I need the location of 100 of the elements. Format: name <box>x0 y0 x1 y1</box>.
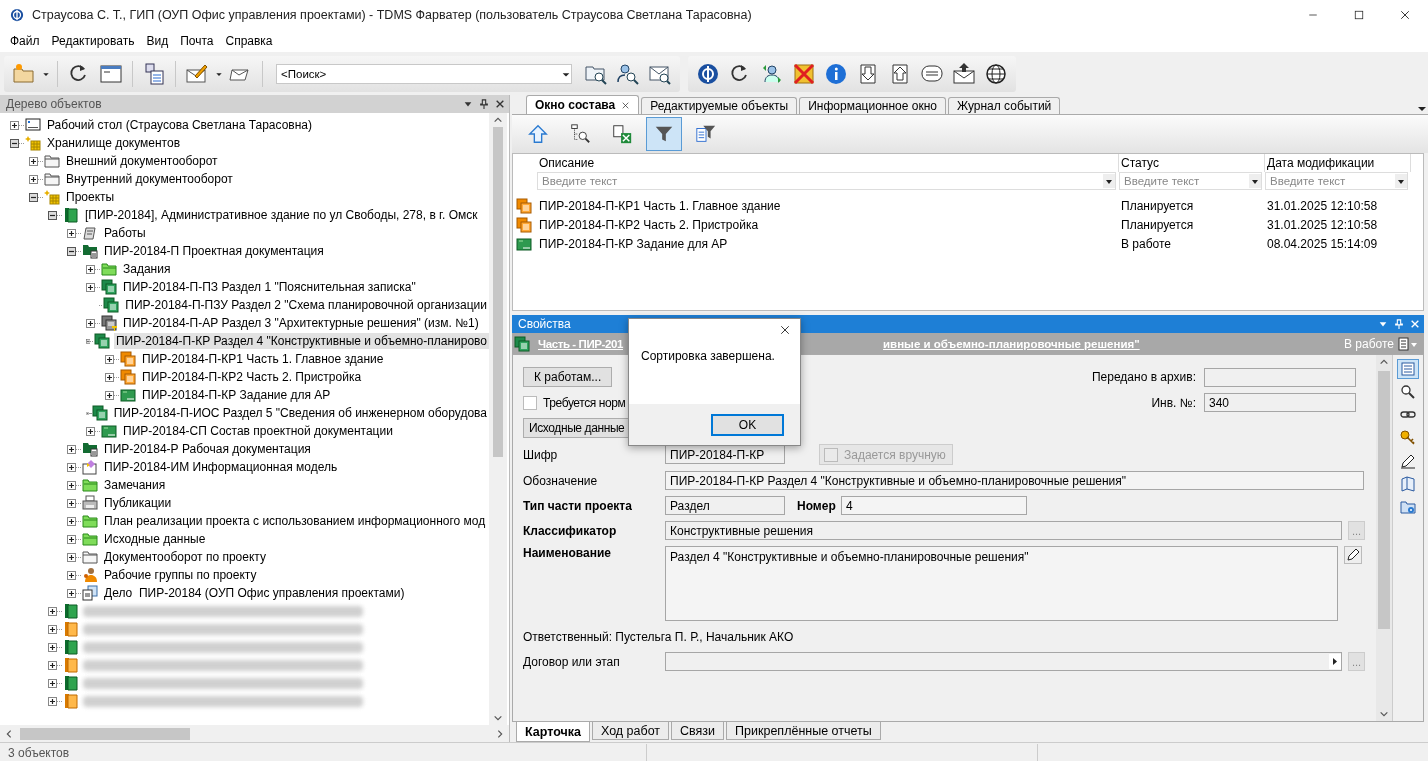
people-search-icon[interactable] <box>616 62 640 86</box>
tree-item[interactable]: ПИР-20184-П-КР2 Часть 2. Пристройка <box>140 369 364 385</box>
text-area[interactable]: Раздел 4 "Конструктивные и объемно-планировочные решения" <box>665 546 1338 621</box>
table-cell-text: ПИР-20184-П-КР2 Часть 2. Пристройка <box>538 217 760 232</box>
tree-item[interactable]: Исходные данные <box>102 531 208 547</box>
tree-item[interactable]: Дело ПИР-20184 (ОУП Офис управления проектами) <box>102 585 407 601</box>
column-header[interactable]: Статус <box>1119 154 1265 172</box>
dropdown-icon[interactable] <box>463 99 473 109</box>
tree-item[interactable]: План реализации проекта с использованием информационного мод <box>102 513 488 529</box>
tree-item[interactable]: ПИР-20184-Р Рабочая документация <box>102 441 313 457</box>
grid-cross-icon[interactable] <box>792 62 816 86</box>
tree-item[interactable]: ПИР-20184-П-КР Раздел 4 "Конструктивные и объемно-планирово <box>113 333 489 349</box>
tree-item[interactable]: Рабочий стол (Страусова Светлана Тарасовна) <box>45 117 314 133</box>
tree-item[interactable]: [ПИР-20184], Административное здание по ул Свободы, 278, в г. Омск <box>83 207 480 223</box>
tree-item[interactable]: Рабочие группы по проекту <box>102 567 259 583</box>
menu-item[interactable]: Справка <box>219 34 279 48</box>
menu-item[interactable]: Файл <box>4 34 46 48</box>
tree-item[interactable]: ПИР-20184-П-ПЗУ Раздел 2 "Схема планировочной организации <box>123 297 489 313</box>
tree-item[interactable]: Публикации <box>102 495 174 511</box>
tree-item[interactable]: Документооборот по проекту <box>102 549 268 565</box>
dropdown-icon[interactable] <box>1249 174 1261 188</box>
tree-item[interactable]: Хранилище документов <box>45 135 183 151</box>
tab[interactable]: Связи <box>671 722 725 740</box>
tree-item[interactable]: ПИР-20184-П-ИОС Раздел 5 "Сведения об инженерном оборудова <box>111 405 489 421</box>
scrollbar[interactable] <box>489 113 507 725</box>
text-field[interactable]: 4 <box>841 496 1027 515</box>
caret-icon[interactable] <box>42 70 50 78</box>
tab[interactable]: Редактируемые объекты <box>641 97 798 114</box>
close-icon[interactable] <box>1399 9 1411 21</box>
table-cell-text: 31.01.2025 12:10:58 <box>1266 217 1379 232</box>
text-field[interactable]: Конструктивные решения <box>665 521 1342 540</box>
tab[interactable]: Информационное окно <box>799 97 946 114</box>
search-field[interactable]: <Поиск> <box>276 64 572 84</box>
dropdown-icon[interactable] <box>1103 174 1115 188</box>
text-field[interactable]: 340 <box>1204 393 1356 412</box>
scrollbar-thumb[interactable] <box>1378 371 1390 629</box>
key-icon <box>1400 430 1416 446</box>
tree-item[interactable]: ПИР-20184-СП Состав проектной документации <box>121 423 395 439</box>
tree-item[interactable]: Работы <box>102 225 148 241</box>
globe-icon[interactable] <box>984 62 1008 86</box>
tree-item[interactable]: Проекты <box>64 189 117 205</box>
tab[interactable]: Ход работ <box>591 722 670 740</box>
checkbox[interactable] <box>523 395 537 410</box>
document-icon[interactable] <box>142 62 166 86</box>
window-icon[interactable] <box>99 62 123 86</box>
tab[interactable]: Окно состава <box>526 95 640 114</box>
tab[interactable]: Карточка <box>516 722 590 742</box>
filter-field[interactable]: Введите текст <box>1119 172 1262 190</box>
scrollbar[interactable] <box>1376 355 1392 721</box>
to-works-button[interactable]: К работам... <box>523 367 613 387</box>
maximize-icon[interactable] <box>1353 9 1365 21</box>
ok-button[interactable]: OK <box>711 413 784 436</box>
book-icon <box>1400 476 1416 492</box>
column-header[interactable]: Описание <box>537 154 1119 172</box>
close-icon[interactable] <box>495 99 505 109</box>
window-title: Страусова С. Т., ГИП (ОУП Офис управления проектами) - TDMS Фарватер (пользователь Страусова Светлана Тарасовна) <box>32 8 753 22</box>
scroll-right-icon[interactable] <box>495 727 505 740</box>
info-icon[interactable] <box>824 62 848 86</box>
filter-field[interactable]: Введите текст <box>1265 172 1408 190</box>
text-field[interactable]: ПИР-20184-П-КР Раздел 4 "Конструктивные и объемно-планировочные решения" <box>665 471 1364 490</box>
document-menu-icon[interactable] <box>1398 336 1418 351</box>
scroll-left-icon[interactable] <box>4 727 14 740</box>
tree-item[interactable]: ПИР-20184-П-КР Задание для АР <box>140 387 333 403</box>
tree-item[interactable]: ПИР-20184-П-КР1 Часть 1. Главное здание <box>140 351 386 367</box>
tree-item[interactable]: ПИР-20184-П Проектная документация <box>102 243 326 259</box>
table-cell-text: В работе <box>1120 236 1172 251</box>
tab[interactable]: Прикреплённые отчеты <box>726 722 881 740</box>
responsible-text: Ответственный: Пустельга П. Р., Начальник АКО <box>523 629 794 644</box>
tree-item[interactable]: Замечания <box>102 477 168 493</box>
tree-item[interactable]: ПИР-20184-П-ПЗ Раздел 1 "Пояснительная записка" <box>121 279 418 295</box>
scrollbar-thumb[interactable] <box>493 127 503 457</box>
text-field[interactable] <box>1204 367 1356 387</box>
close-icon[interactable] <box>779 324 791 336</box>
menu-item[interactable]: Вид <box>140 34 175 48</box>
envelope-icon[interactable] <box>952 62 976 86</box>
tree-item[interactable]: Внешний документооборот <box>64 153 220 169</box>
scrollbar-thumb[interactable] <box>20 727 190 740</box>
pin-icon[interactable] <box>479 99 489 109</box>
panel-title: Свойства <box>518 317 571 331</box>
filter-button[interactable] <box>646 117 682 151</box>
tab[interactable]: Журнал событий <box>947 97 1061 114</box>
logo-icon[interactable] <box>696 62 720 86</box>
tree-item[interactable]: ПИР-20184-ИМ Информационная модель <box>102 459 340 475</box>
close-icon[interactable] <box>621 100 631 110</box>
filter-field[interactable]: Введите текст <box>537 172 1116 190</box>
status-text: 3 объектов <box>8 746 71 760</box>
pencil-icon[interactable] <box>1344 546 1362 564</box>
menu-item[interactable]: Почта <box>174 34 220 48</box>
dropdown-field[interactable] <box>665 652 1342 671</box>
menu-item[interactable]: Редактировать <box>45 34 141 48</box>
text-field[interactable]: Раздел <box>665 496 785 515</box>
column-header[interactable]: Дата модификации <box>1265 154 1411 172</box>
scrollbar[interactable] <box>0 725 509 742</box>
tree-item[interactable]: Задания <box>121 261 173 277</box>
envelope-pen-icon[interactable] <box>185 62 209 86</box>
caret-icon[interactable] <box>215 70 223 78</box>
tree-item[interactable]: ПИР-20184-П-АР Раздел 3 "Архитектурные решения" (изм. №1) <box>121 315 481 331</box>
tree-item[interactable]: Внутренний документооборот <box>64 171 235 187</box>
dropdown-icon[interactable] <box>1395 174 1407 188</box>
field-label: Наименование <box>523 546 613 560</box>
